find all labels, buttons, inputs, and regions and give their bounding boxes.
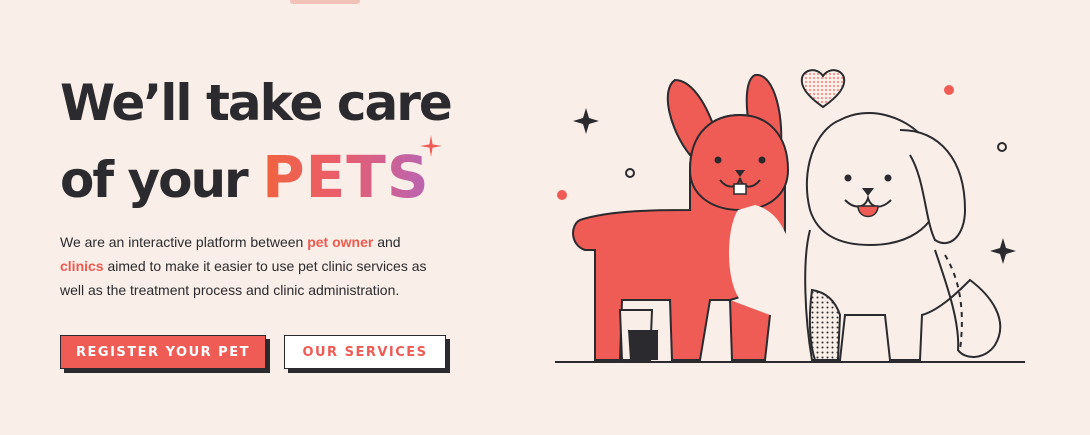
desc-highlight-clinics: clinics	[60, 258, 104, 274]
sparkle-icon	[420, 135, 442, 157]
top-accent-bar	[290, 0, 360, 4]
corgi-dog-icon	[572, 73, 790, 361]
hero-title-line-2: of your PETS	[60, 140, 451, 217]
hero-description: We are an interactive platform between p…	[60, 230, 440, 302]
dot-icon	[557, 190, 567, 200]
desc-text-1: We are an interactive platform between	[60, 234, 308, 250]
heart-icon	[800, 69, 846, 109]
white-puppy-icon	[804, 111, 1002, 361]
pets-illustration	[555, 69, 1025, 363]
desc-text-2: and	[373, 234, 401, 250]
register-pet-button[interactable]: REGISTER YOUR PET	[60, 335, 266, 369]
hero-title: We’ll take care of your PETS	[60, 66, 453, 217]
dot-icon	[944, 85, 954, 95]
our-services-button[interactable]: OUR SERVICES	[284, 335, 446, 369]
dot-icon	[997, 142, 1007, 152]
hero-title-line-1: We’ll take care	[60, 74, 453, 132]
desc-highlight-pet-owner: pet owner	[307, 234, 374, 250]
dot-icon	[625, 168, 635, 178]
sparkle-icon	[573, 108, 599, 134]
hero-title-highlight: PETS	[262, 140, 429, 214]
desc-text-3: aimed to make it easier to use pet clini…	[60, 258, 427, 298]
hero-title-prefix: of your	[60, 151, 263, 209]
sparkle-icon	[990, 238, 1016, 264]
